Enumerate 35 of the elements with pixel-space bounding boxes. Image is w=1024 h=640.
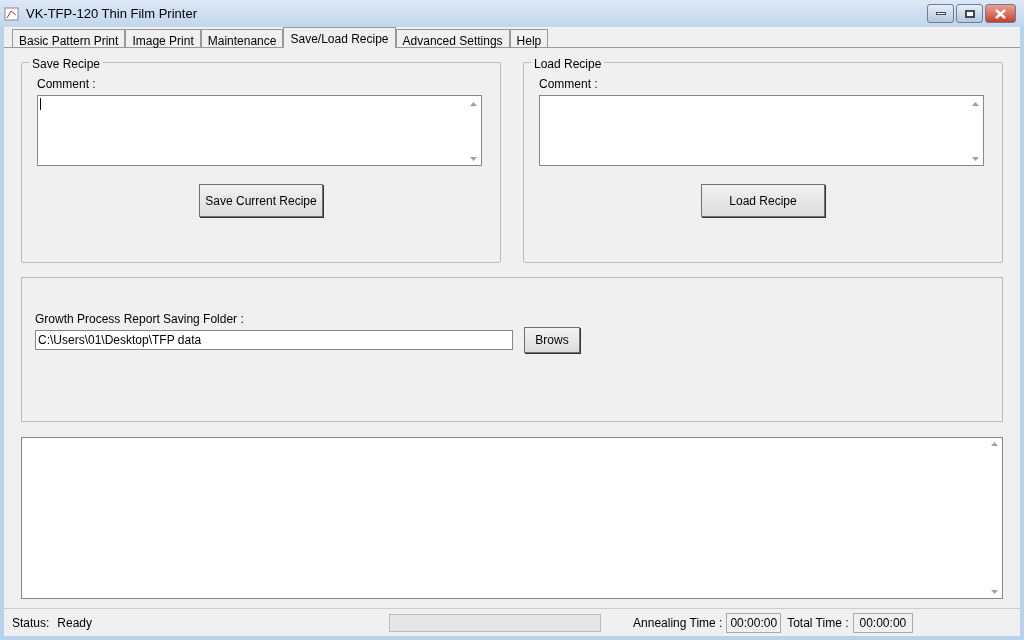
scroll-down-icon[interactable]	[971, 157, 979, 161]
close-icon	[995, 8, 1006, 19]
maximize-button[interactable]	[956, 4, 983, 23]
close-button[interactable]	[985, 4, 1016, 23]
comment-field[interactable]	[539, 95, 984, 166]
scroll-up-icon[interactable]	[469, 102, 477, 106]
comment-label: Comment :	[539, 76, 598, 93]
tab[interactable]: Maintenance	[200, 29, 284, 47]
annealing-label: Annealing Time :	[633, 614, 723, 632]
comment-label: Comment :	[37, 76, 96, 93]
tab[interactable]: Help	[509, 29, 549, 47]
recipe-button[interactable]: Load Recipe	[701, 184, 825, 217]
browse-button[interactable]: Brows	[524, 327, 580, 353]
folder-label: Growth Process Report Saving Folder :	[35, 311, 244, 328]
tab[interactable]: Save/Load Recipe	[283, 27, 396, 48]
minimize-icon	[935, 12, 946, 15]
total-time: 00:00:00	[852, 612, 914, 633]
folder-path-field[interactable]: C:\Users\01\Desktop\TFP data	[35, 330, 513, 350]
tab[interactable]: Advanced Settings	[395, 29, 510, 47]
app-icon	[4, 5, 20, 22]
status-label: Status:	[12, 614, 50, 632]
scroll-down-icon[interactable]	[990, 590, 998, 594]
comment-field[interactable]	[37, 95, 482, 166]
tab[interactable]: Image Print	[125, 29, 201, 47]
status-text: Ready	[57, 614, 93, 632]
maximize-icon	[964, 9, 975, 18]
minimize-button[interactable]	[927, 4, 954, 23]
scroll-up-icon[interactable]	[990, 442, 998, 446]
recipe-button[interactable]: Save Current Recipe	[199, 184, 323, 217]
total-time-label: Total Time :	[787, 614, 849, 632]
annealing-time: 00:00:00	[726, 612, 782, 633]
tab[interactable]: Basic Pattern Print	[12, 29, 126, 47]
scroll-up-icon[interactable]	[971, 102, 979, 106]
scroll-down-icon[interactable]	[469, 157, 477, 161]
window-title: VK-TFP-120 Thin Film Printer	[26, 4, 197, 23]
